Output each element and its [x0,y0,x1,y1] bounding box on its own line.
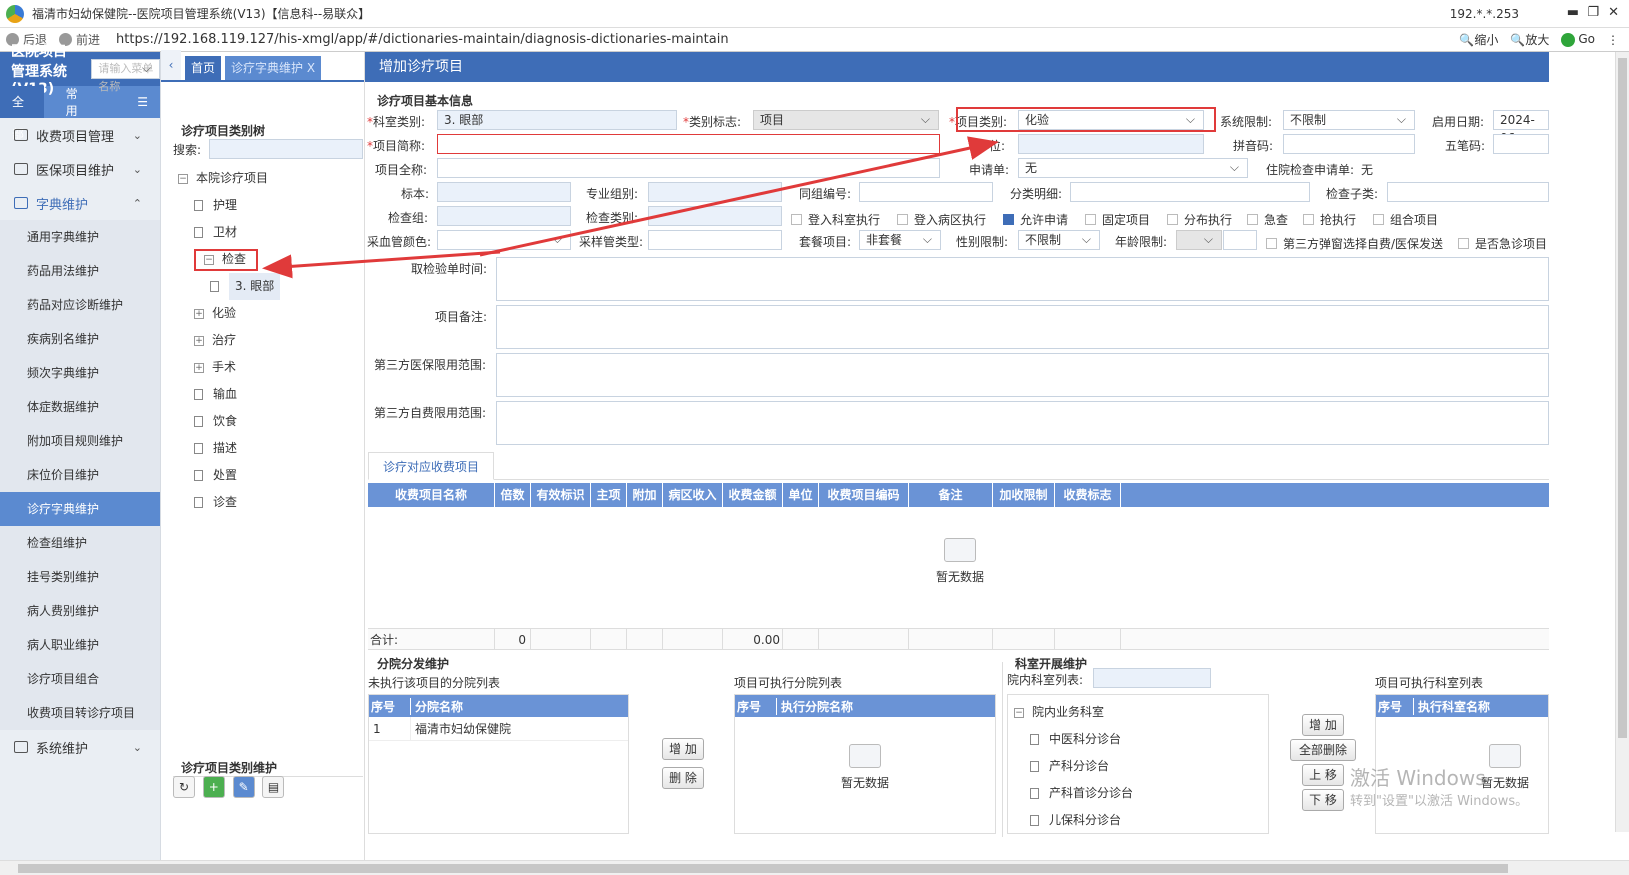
vertical-scrollbar[interactable] [1615,52,1629,832]
annotation-arrows [262,136,999,279]
arrow-to-item-type [479,136,999,257]
horizontal-scrollbar[interactable] [0,860,1629,875]
arrow-to-tree-node [262,250,501,279]
